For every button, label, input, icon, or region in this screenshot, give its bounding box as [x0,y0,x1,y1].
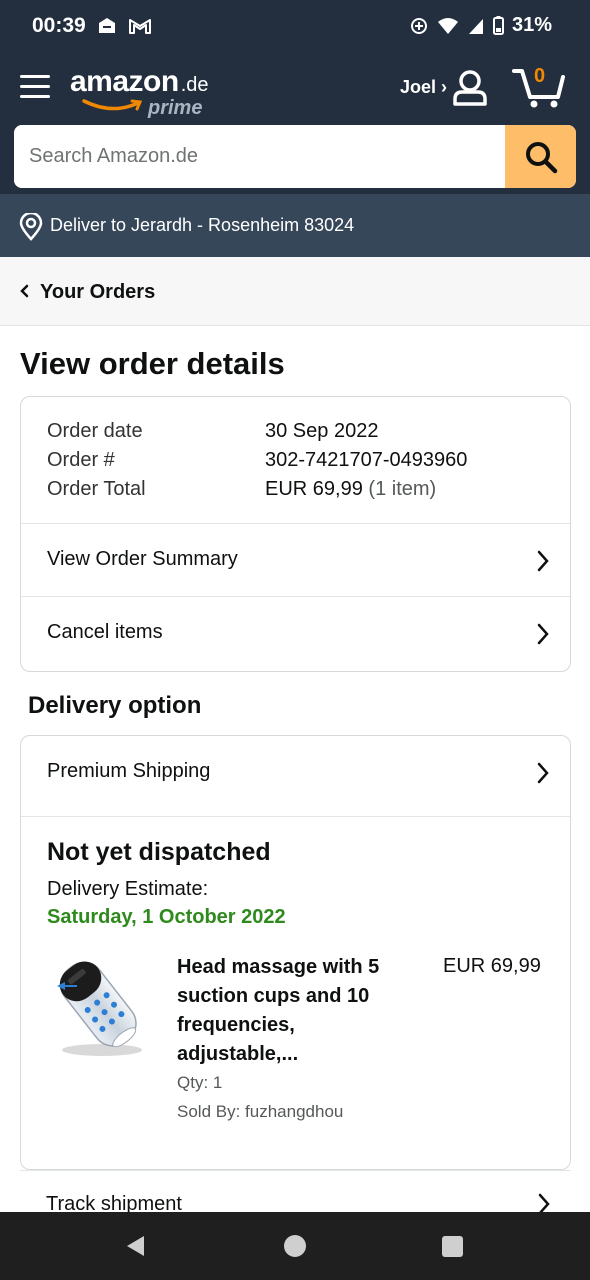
search-bar [0,125,590,194]
premium-shipping-link[interactable]: Premium Shipping [21,736,570,816]
product-quantity: Qty: 1 [177,1073,223,1092]
breadcrumb-label: Your Orders [40,281,156,303]
search-box [14,125,576,188]
shipment-status: Not yet dispatched [47,838,271,866]
order-info-card: Order date 30 Sep 2022 Order # 302-74217… [20,396,571,672]
back-icon[interactable] [124,1234,148,1258]
order-date-value: 30 Sep 2022 [265,420,379,442]
shipping-option-label: Premium Shipping [47,760,211,782]
product-image[interactable] [47,950,152,1060]
order-total-label: Order Total [47,478,146,500]
delivery-estimate-label: Delivery Estimate: [47,878,209,900]
page-title: View order details [20,346,285,381]
logo-domain: .de [180,74,209,96]
account-link[interactable]: Joel › [400,77,447,98]
chevron-left-icon [20,284,29,298]
data-saver-icon [410,17,427,34]
delivery-option-title: Delivery option [28,692,202,719]
signal-icon [468,18,483,34]
cart-count: 0 [534,65,546,87]
status-right: 31% [409,14,552,37]
track-shipment-label: Track shipment [46,1193,182,1212]
location-pin-icon [19,213,43,241]
order-date-label: Order date [47,420,143,442]
order-number-value: 302-7421707-0493960 [265,449,468,471]
view-order-summary-link[interactable]: View Order Summary [21,524,570,597]
order-total-amount: EUR 69,99 [265,478,363,500]
system-nav-bar [0,1212,590,1280]
chevron-right-icon [537,762,549,784]
battery-percent: 31% [511,14,552,36]
wifi-icon [437,17,458,34]
chevron-right-icon [538,1193,550,1212]
status-time: 00:39 [32,14,86,37]
top-nav: amazon .de prime Joel › 0 [0,55,590,125]
account-icon[interactable] [452,69,488,107]
search-button[interactable] [505,125,576,188]
product-price: EUR 69,99 [443,955,541,977]
order-number-label: Order # [47,449,115,471]
delivery-estimate-date: Saturday, 1 October 2022 [47,906,286,928]
sold-by: Sold By: fuzhangdhou [177,1102,344,1121]
gmail-icon [129,19,151,34]
logo-smile-icon [82,99,143,111]
search-icon [526,142,558,174]
chevron-right-icon [537,550,549,572]
notification-icons [96,15,152,37]
product-title-link[interactable]: Head massage with 5 suction cups and 10 … [177,953,417,1069]
status-bar: 00:39 31% [0,0,590,55]
order-total-value: EUR 69,99 (1 item) [265,478,436,501]
cancel-items-label: Cancel items [47,621,163,643]
menu-icon[interactable] [20,73,50,99]
cancel-items-link[interactable]: Cancel items [21,597,570,670]
view-order-summary-label: View Order Summary [47,548,238,570]
track-shipment-link[interactable]: Track shipment [20,1170,571,1212]
order-total-items: (1 item) [368,478,437,500]
deliver-to-text: Deliver to Jerardh - Rosenheim 83024 [50,215,355,235]
breadcrumb[interactable]: Your Orders [0,257,590,326]
delivery-card: Premium Shipping Not yet dispatched Deli… [20,735,571,1170]
battery-icon [492,16,504,35]
amazon-logo[interactable]: amazon .de prime [70,65,209,119]
deliver-to-bar[interactable]: Deliver to Jerardh - Rosenheim 83024 [0,194,590,257]
home-icon[interactable] [284,1235,306,1257]
chevron-right-icon [537,623,549,645]
divider [21,816,570,817]
notification-app-icon [99,18,115,33]
search-input[interactable] [14,125,504,188]
recent-apps-icon[interactable] [442,1236,463,1257]
logo-prime: prime [148,97,203,119]
logo-text: amazon [70,65,179,98]
